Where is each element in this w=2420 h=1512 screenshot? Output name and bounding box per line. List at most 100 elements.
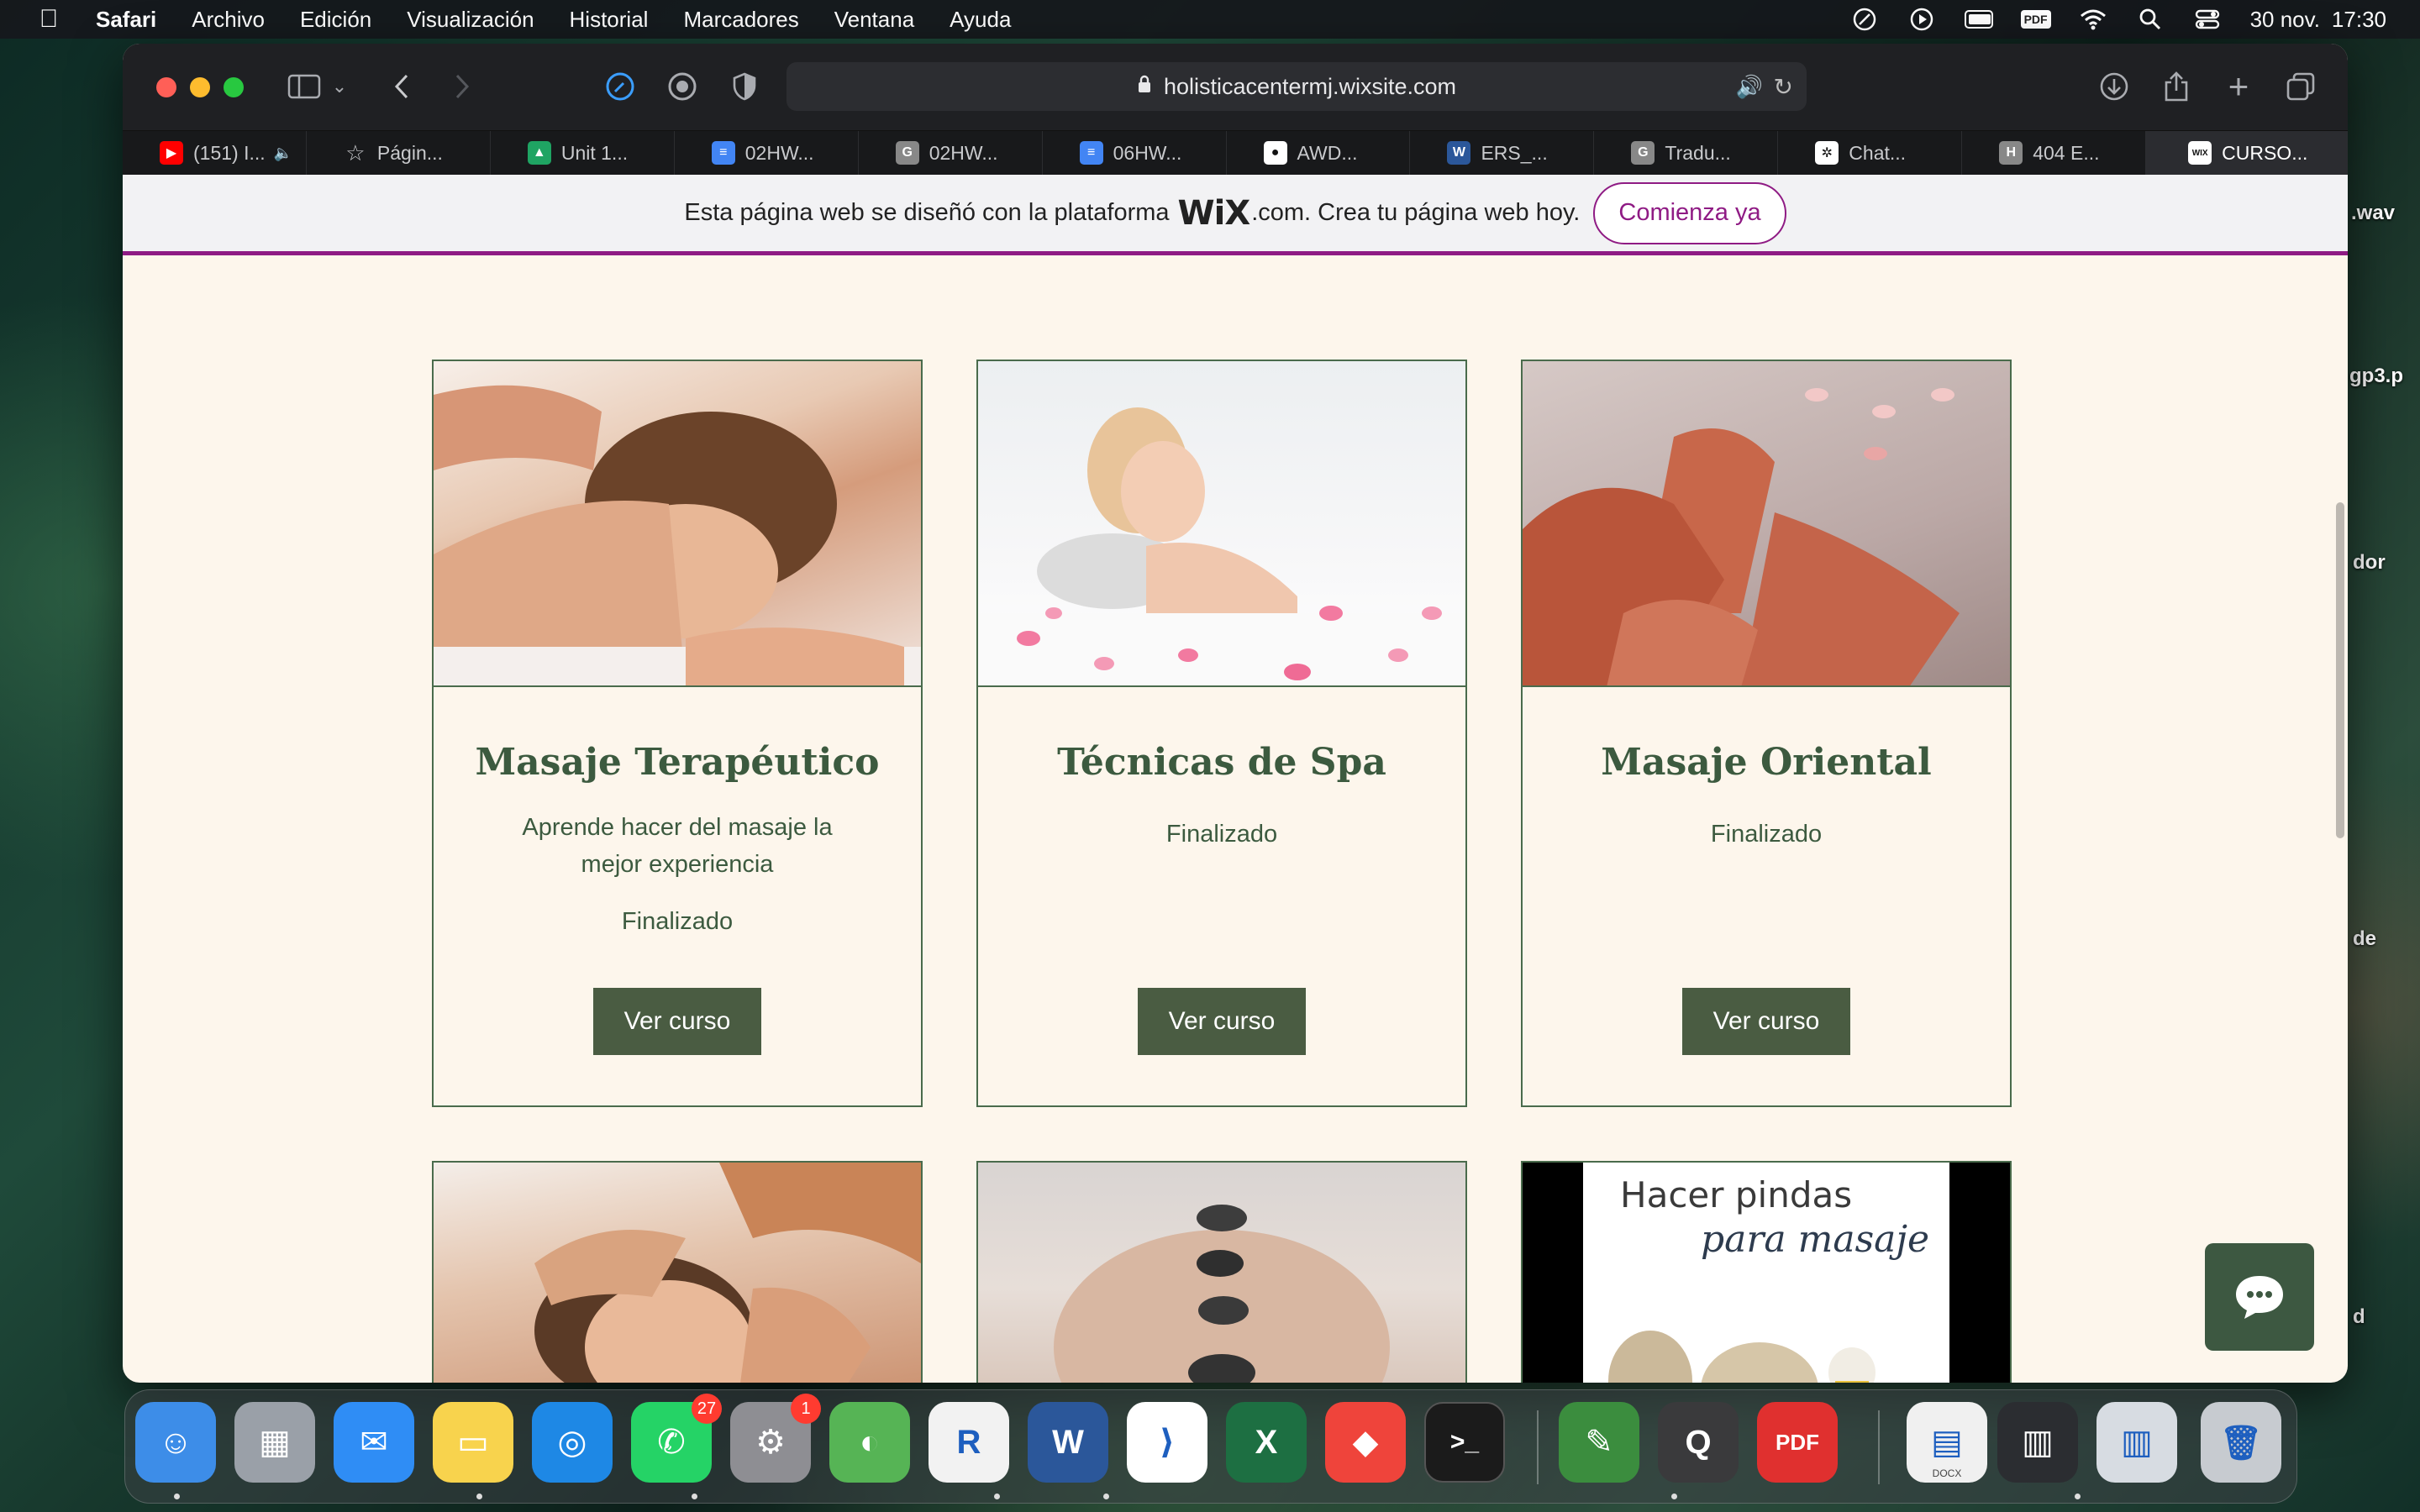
finder-icon[interactable]: ☺: [135, 1402, 216, 1483]
menu-visualizacion[interactable]: Visualización: [407, 7, 534, 33]
menu-marcadores[interactable]: Marcadores: [683, 7, 798, 33]
ver-curso-button[interactable]: Ver curso: [593, 988, 761, 1055]
desktop-file-de[interactable]: de: [2353, 927, 2376, 951]
share-icon[interactable]: [2160, 69, 2193, 104]
excel-icon[interactable]: X: [1226, 1402, 1307, 1483]
forward-icon[interactable]: [447, 69, 477, 104]
course-card-masaje-terapeutico: Masaje Terapéutico Aprende hacer del mas…: [432, 360, 923, 1107]
desktop-file-dor[interactable]: dor: [2353, 551, 2386, 575]
course-card-masaje-oriental: Masaje Oriental Finalizado Ver curso: [1521, 360, 2012, 1107]
browser-tab[interactable]: ● AWD...: [1227, 131, 1411, 175]
google-docs-icon: ≡: [1079, 141, 1103, 165]
star-icon: ☆: [345, 139, 366, 165]
browser-tab[interactable]: ≡ 06HW...: [1043, 131, 1227, 175]
tab-label: Unit 1...: [560, 141, 629, 164]
browser-tab[interactable]: G 02HW...: [859, 131, 1043, 175]
vscode-icon[interactable]: ⟩: [1127, 1402, 1207, 1483]
tab-label: Tradu...: [1665, 141, 1731, 164]
tab-audio-icon[interactable]: 🔈: [274, 144, 292, 162]
desktop-file-gp3[interactable]: gp3.p: [2349, 365, 2403, 388]
audio-playing-icon[interactable]: 🔊: [1736, 74, 1763, 100]
wix-logo[interactable]: WiX: [1178, 194, 1251, 233]
extension-compass-icon[interactable]: [603, 69, 637, 104]
menu-ventana[interactable]: Ventana: [834, 7, 914, 33]
comienza-ya-button[interactable]: Comienza ya: [1593, 181, 1786, 244]
menu-edicion[interactable]: Edición: [300, 7, 371, 33]
ver-curso-button[interactable]: Ver curso: [1138, 988, 1306, 1055]
menu-archivo[interactable]: Archivo: [192, 7, 265, 33]
safari-window: ⌄ holisticacentermj.wixsite.com 🔊 ↻ + ▶ …: [123, 44, 2348, 1383]
recent-window-2-icon[interactable]: ▥: [2096, 1402, 2177, 1483]
running-indicator: [2075, 1494, 2081, 1499]
pdf-expert-icon[interactable]: PDF: [1757, 1402, 1838, 1483]
github-desktop-icon[interactable]: ✎: [1559, 1402, 1639, 1483]
close-window-button[interactable]: [156, 77, 176, 97]
browser-tab[interactable]: ✲ Chat...: [1778, 131, 1963, 175]
recent-window-1-icon[interactable]: ▥: [1997, 1402, 2078, 1483]
control-center-icon[interactable]: [2193, 7, 2222, 32]
youtube-icon: ▶: [160, 141, 183, 165]
new-tab-icon[interactable]: +: [2222, 66, 2255, 106]
anydesk-icon[interactable]: ◆: [1325, 1402, 1406, 1483]
quicktime-icon[interactable]: Q: [1658, 1402, 1739, 1483]
system-preferences-icon[interactable]: ⚙ 1: [730, 1394, 821, 1483]
wix-banner-text-after: .com. Crea tu página web hoy.: [1251, 199, 1581, 226]
minimize-window-button[interactable]: [190, 77, 210, 97]
browser-tab[interactable]: ☆ Págin...: [307, 131, 491, 175]
trash-icon[interactable]: 🗑: [2201, 1402, 2281, 1483]
lock-icon: [1137, 74, 1152, 100]
address-bar[interactable]: holisticacentermj.wixsite.com 🔊 ↻: [786, 62, 1807, 111]
safari-icon[interactable]: ◎: [532, 1402, 613, 1483]
pindas-photo: Hacer pindas para masaje: [1523, 1163, 2010, 1383]
wix-banner-text: Esta página web se diseñó con la platafo…: [684, 199, 1170, 226]
back-icon[interactable]: [387, 69, 417, 104]
menu-ayuda[interactable]: Ayuda: [950, 7, 1011, 33]
play-icon[interactable]: [1907, 7, 1936, 32]
notes-icon[interactable]: ▭: [433, 1402, 513, 1483]
dock-separator: [1878, 1410, 1880, 1484]
menu-historial[interactable]: Historial: [570, 7, 649, 33]
rstudio-cloud-icon[interactable]: ◐: [829, 1402, 910, 1483]
mail-icon[interactable]: ✉: [334, 1402, 414, 1483]
battery-icon[interactable]: [1964, 7, 1993, 32]
browser-tab[interactable]: W ERS_...: [1410, 131, 1595, 175]
browser-tab[interactable]: WIX CURSO...: [2146, 131, 2348, 175]
github-icon: ●: [1263, 141, 1287, 165]
tab-label: (151) I...: [193, 141, 266, 164]
browser-tab[interactable]: G Tradu...: [1594, 131, 1779, 175]
desktop-file-d[interactable]: d: [2353, 1305, 2365, 1329]
search-icon[interactable]: [2136, 7, 2165, 32]
browser-tab[interactable]: H 404 E...: [1962, 131, 2147, 175]
r-app-icon[interactable]: R: [929, 1402, 1009, 1483]
wifi-icon[interactable]: [2079, 7, 2107, 32]
word-icon[interactable]: W: [1028, 1402, 1108, 1483]
ver-curso-button[interactable]: Ver curso: [1682, 988, 1850, 1055]
browser-tab[interactable]: ▲ Unit 1...: [491, 131, 675, 175]
privacy-shield-icon[interactable]: [728, 69, 761, 104]
course-card-tecnicas-de-spa: Técnicas de Spa Finalizado Ver curso: [976, 360, 1467, 1107]
browser-tab[interactable]: ▶ (151) I... 🔈: [123, 131, 307, 175]
menu-date[interactable]: 30 nov.: [2250, 7, 2320, 33]
terminal-icon[interactable]: >_: [1424, 1402, 1505, 1483]
whatsapp-icon[interactable]: ✆ 27: [631, 1394, 722, 1483]
pdf-icon[interactable]: PDF: [2020, 7, 2051, 32]
focus-icon[interactable]: [1850, 7, 1879, 32]
chat-button[interactable]: [2205, 1243, 2314, 1351]
downloads-icon[interactable]: [2097, 69, 2131, 104]
google-drive-icon: ▲: [527, 141, 551, 165]
tab-overview-icon[interactable]: [2284, 69, 2317, 104]
menu-time[interactable]: 17:30: [2332, 7, 2386, 33]
docx-file-icon[interactable]: ▤ DOCX: [1907, 1402, 1987, 1483]
chevron-down-icon[interactable]: ⌄: [329, 69, 350, 104]
h-icon: H: [1999, 141, 2023, 165]
sidebar-toggle-icon[interactable]: [286, 69, 323, 104]
browser-tab[interactable]: ≡ 02HW...: [675, 131, 859, 175]
apple-icon[interactable]: : [25, 5, 72, 34]
reload-icon[interactable]: ↻: [1774, 73, 1793, 101]
zoom-window-button[interactable]: [224, 77, 244, 97]
launchpad-icon[interactable]: ▦: [234, 1402, 315, 1483]
page-scrollbar[interactable]: [2336, 502, 2344, 838]
desktop-file-wav[interactable]: .wav: [2351, 202, 2395, 225]
extension-record-icon[interactable]: [666, 69, 699, 104]
menu-app-name[interactable]: Safari: [96, 7, 156, 33]
